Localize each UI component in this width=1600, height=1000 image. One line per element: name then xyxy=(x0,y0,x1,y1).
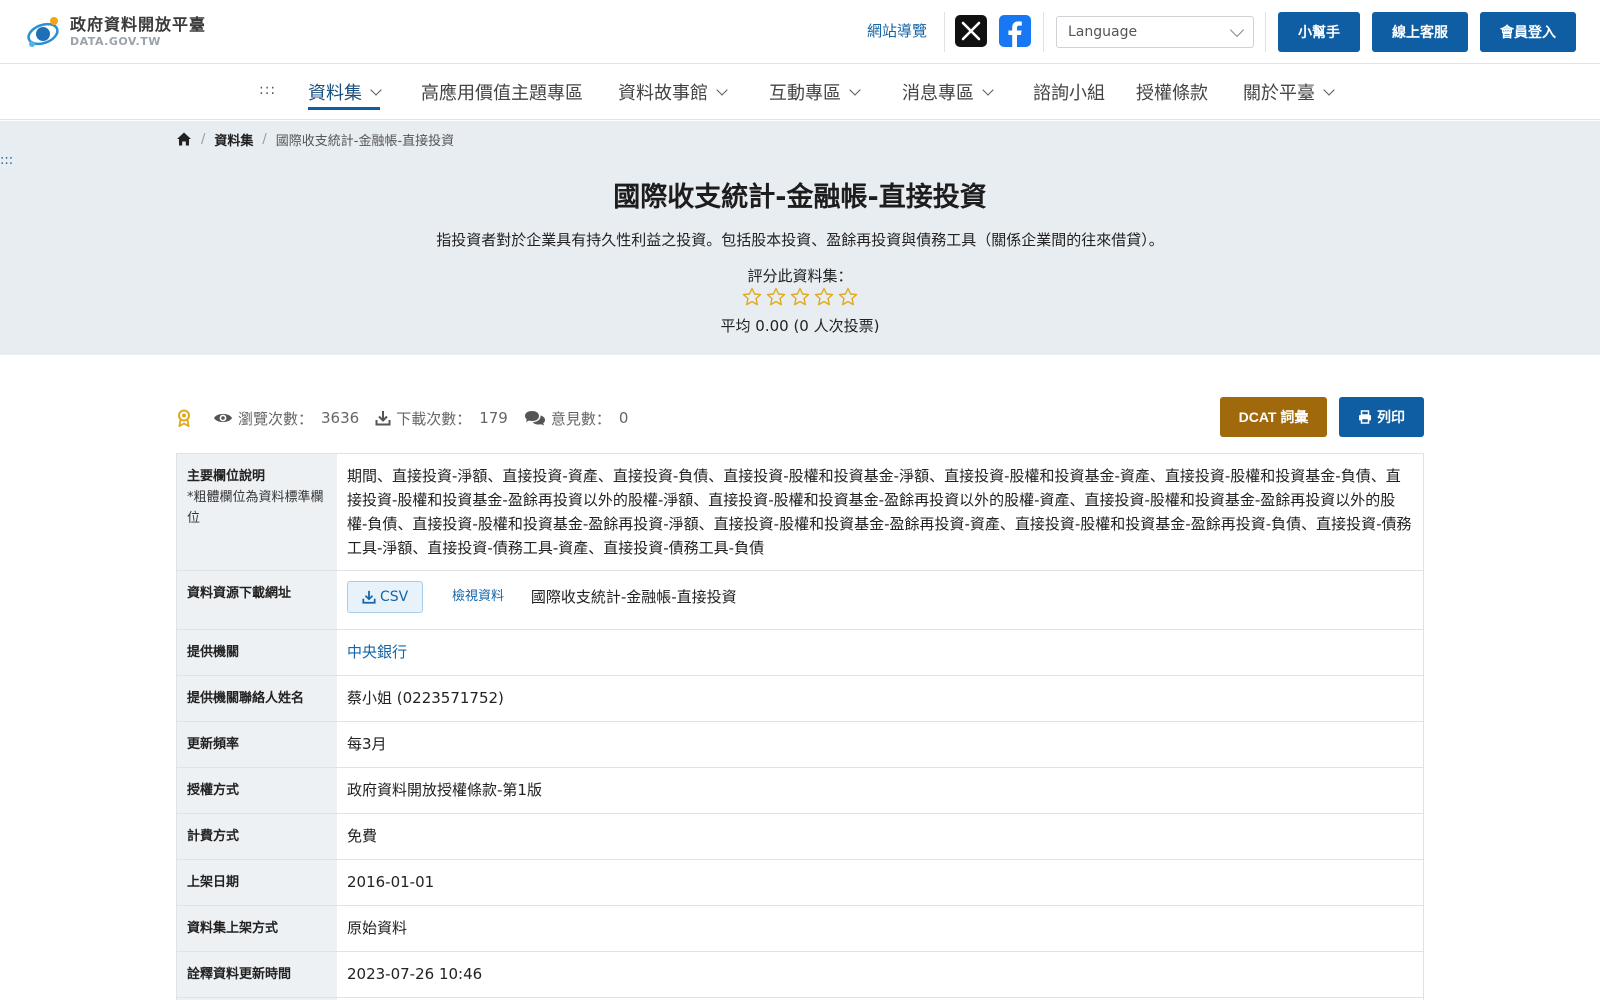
star-icon[interactable] xyxy=(790,287,810,307)
divider xyxy=(1265,12,1266,52)
row-value: 蔡小姐 (0223571752) xyxy=(337,676,1423,721)
row-value: 免費 xyxy=(337,814,1423,859)
x-twitter-icon[interactable] xyxy=(955,15,987,47)
download-icon xyxy=(362,590,376,604)
nav-item-license[interactable]: 授權條款 xyxy=(1136,64,1208,120)
rating-average: 平均 0.00 (0 人次投票) xyxy=(720,317,880,335)
content-accesskey[interactable]: ::: xyxy=(0,153,13,168)
dataset-hero: / 資料集 / 國際收支統計-金融帳-直接投資 ::: 國際收支統計-金融帳-直… xyxy=(0,121,1600,355)
star-icon[interactable] xyxy=(814,287,834,307)
chevron-down-icon xyxy=(716,83,728,96)
divider xyxy=(944,12,945,52)
downloads-count: 179 xyxy=(479,409,508,427)
download-icon xyxy=(375,411,391,426)
member-login-button[interactable]: 會員登入 xyxy=(1480,12,1576,52)
row-header: 提供機關聯絡人姓名 xyxy=(177,676,337,721)
dataset-info-table: 主要欄位說明 *粗體欄位為資料標準欄位 期間、直接投資-淨額、直接投資-資產、直… xyxy=(176,453,1424,1000)
table-row: 提供機關聯絡人姓名 蔡小姐 (0223571752) xyxy=(177,676,1423,722)
home-icon[interactable] xyxy=(176,131,192,147)
chevron-down-icon xyxy=(1229,22,1245,37)
dataset-stats: 瀏覽次數： 3636 下載次數： 179 意見數： 0 xyxy=(176,408,644,428)
star-icon[interactable] xyxy=(742,287,762,307)
language-select-value: Language xyxy=(1068,24,1138,40)
award-icon xyxy=(178,409,190,427)
site-logo[interactable]: 政府資料開放平臺 DATA.GOV.TW xyxy=(24,12,206,52)
table-row: 提供機關 中央銀行 xyxy=(177,630,1423,676)
chevron-down-icon xyxy=(1323,83,1335,96)
row-header: 主要欄位說明 xyxy=(187,469,266,484)
eye-icon xyxy=(214,413,232,423)
logo-subtitle: DATA.GOV.TW xyxy=(70,35,161,48)
table-row: 計費方式 免費 xyxy=(177,814,1423,860)
star-icon[interactable] xyxy=(838,287,858,307)
top-header: 政府資料開放平臺 DATA.GOV.TW 網站導覽 Language 小幫手 線… xyxy=(0,0,1600,64)
row-value: 原始資料 xyxy=(337,906,1423,951)
sitemap-link[interactable]: 網站導覽 xyxy=(867,20,927,41)
row-header: 資料集上架方式 xyxy=(177,906,337,951)
table-row: 主要欄位說明 *粗體欄位為資料標準欄位 期間、直接投資-淨額、直接投資-資產、直… xyxy=(177,454,1423,571)
row-header: 提供機關 xyxy=(177,630,337,675)
row-header: 詮釋資料更新時間 xyxy=(177,952,337,997)
nav-item-news[interactable]: 消息專區 xyxy=(902,64,994,120)
facebook-icon[interactable] xyxy=(999,15,1031,47)
row-header: 資料資源下載網址 xyxy=(177,571,337,629)
row-value: 每3月 xyxy=(337,722,1423,767)
chevron-down-icon xyxy=(982,83,994,96)
star-icon[interactable] xyxy=(766,287,786,307)
dcat-vocabulary-button[interactable]: DCAT 詞彙 xyxy=(1220,397,1327,437)
comments-icon xyxy=(524,411,545,426)
table-row: 上架日期 2016-01-01 xyxy=(177,860,1423,906)
table-row: 詮釋資料更新時間 2023-07-26 10:46 xyxy=(177,952,1423,998)
language-select[interactable]: Language xyxy=(1056,16,1254,48)
chevron-down-icon xyxy=(849,83,861,96)
views-count: 3636 xyxy=(321,409,360,427)
main-fields-value: 期間、直接投資-淨額、直接投資-資產、直接投資-負債、直接投資-股權和投資基金-… xyxy=(337,454,1423,570)
table-row: 資料資源下載網址 CSV 檢視資料 國際收支統計-金融帳-直接投資 xyxy=(177,571,1423,630)
row-value: 2023-07-26 10:46 xyxy=(337,952,1423,997)
row-value: 政府資料開放授權條款-第1版 xyxy=(337,768,1423,813)
row-header: 上架日期 xyxy=(177,860,337,905)
row-value: 2016-01-01 xyxy=(337,860,1423,905)
comments-count: 0 xyxy=(618,409,629,427)
breadcrumb: / 資料集 / 國際收支統計-金融帳-直接投資 xyxy=(176,129,454,149)
breadcrumb-current: 國際收支統計-金融帳-直接投資 xyxy=(275,133,455,149)
table-row: 授權方式 政府資料開放授權條款-第1版 xyxy=(177,768,1423,814)
row-header-note: *粗體欄位為資料標準欄位 xyxy=(187,490,324,526)
dataset-description: 指投資者對於企業具有持久性利益之投資。包括股本投資、盈餘再投資與債務工具（關係企… xyxy=(436,231,1164,249)
provider-agency-link[interactable]: 中央銀行 xyxy=(347,643,407,661)
table-row: 更新頻率 每3月 xyxy=(177,722,1423,768)
comments-stat: 意見數： 0 xyxy=(524,408,629,429)
resource-name: 國際收支統計-金融帳-直接投資 xyxy=(530,588,737,606)
print-button[interactable]: 列印 xyxy=(1339,397,1424,437)
page-title: 國際收支統計-金融帳-直接投資 xyxy=(613,182,987,213)
nav-item-advisory[interactable]: 諮詢小組 xyxy=(1033,64,1105,120)
csv-download-button[interactable]: CSV xyxy=(347,581,424,613)
nav-item-high-value[interactable]: 高應用價值主題專區 xyxy=(421,64,583,120)
nav-item-interactive[interactable]: 互動專區 xyxy=(769,64,861,120)
helper-button[interactable]: 小幫手 xyxy=(1278,12,1360,52)
chevron-down-icon xyxy=(370,83,382,96)
views-stat: 瀏覽次數： 3636 xyxy=(213,408,359,429)
nav-item-data-stories[interactable]: 資料故事館 xyxy=(618,64,728,120)
divider xyxy=(1043,12,1044,52)
logo-title: 政府資料開放平臺 xyxy=(70,15,207,34)
row-header: 更新頻率 xyxy=(177,722,337,767)
rating-stars[interactable] xyxy=(0,287,1600,307)
printer-icon xyxy=(1359,410,1371,424)
nav-item-about[interactable]: 關於平臺 xyxy=(1243,64,1335,120)
table-row: 資料集上架方式 原始資料 xyxy=(177,906,1423,952)
logo-icon xyxy=(27,17,59,47)
view-data-link[interactable]: 檢視資料 xyxy=(452,585,504,609)
main-nav: ::: 資料集 高應用價值主題專區 資料故事館 互動專區 消息專區 諮詢小組 授… xyxy=(0,64,1600,120)
online-support-button[interactable]: 線上客服 xyxy=(1372,12,1468,52)
breadcrumb-datasets[interactable]: 資料集 xyxy=(214,130,253,149)
downloads-stat: 下載次數： 179 xyxy=(375,408,508,429)
nav-accesskey[interactable]: ::: xyxy=(259,82,276,98)
row-header: 計費方式 xyxy=(177,814,337,859)
nav-item-datasets[interactable]: 資料集 xyxy=(308,64,382,120)
rating-label: 評分此資料集： xyxy=(747,267,853,285)
row-header: 授權方式 xyxy=(177,768,337,813)
